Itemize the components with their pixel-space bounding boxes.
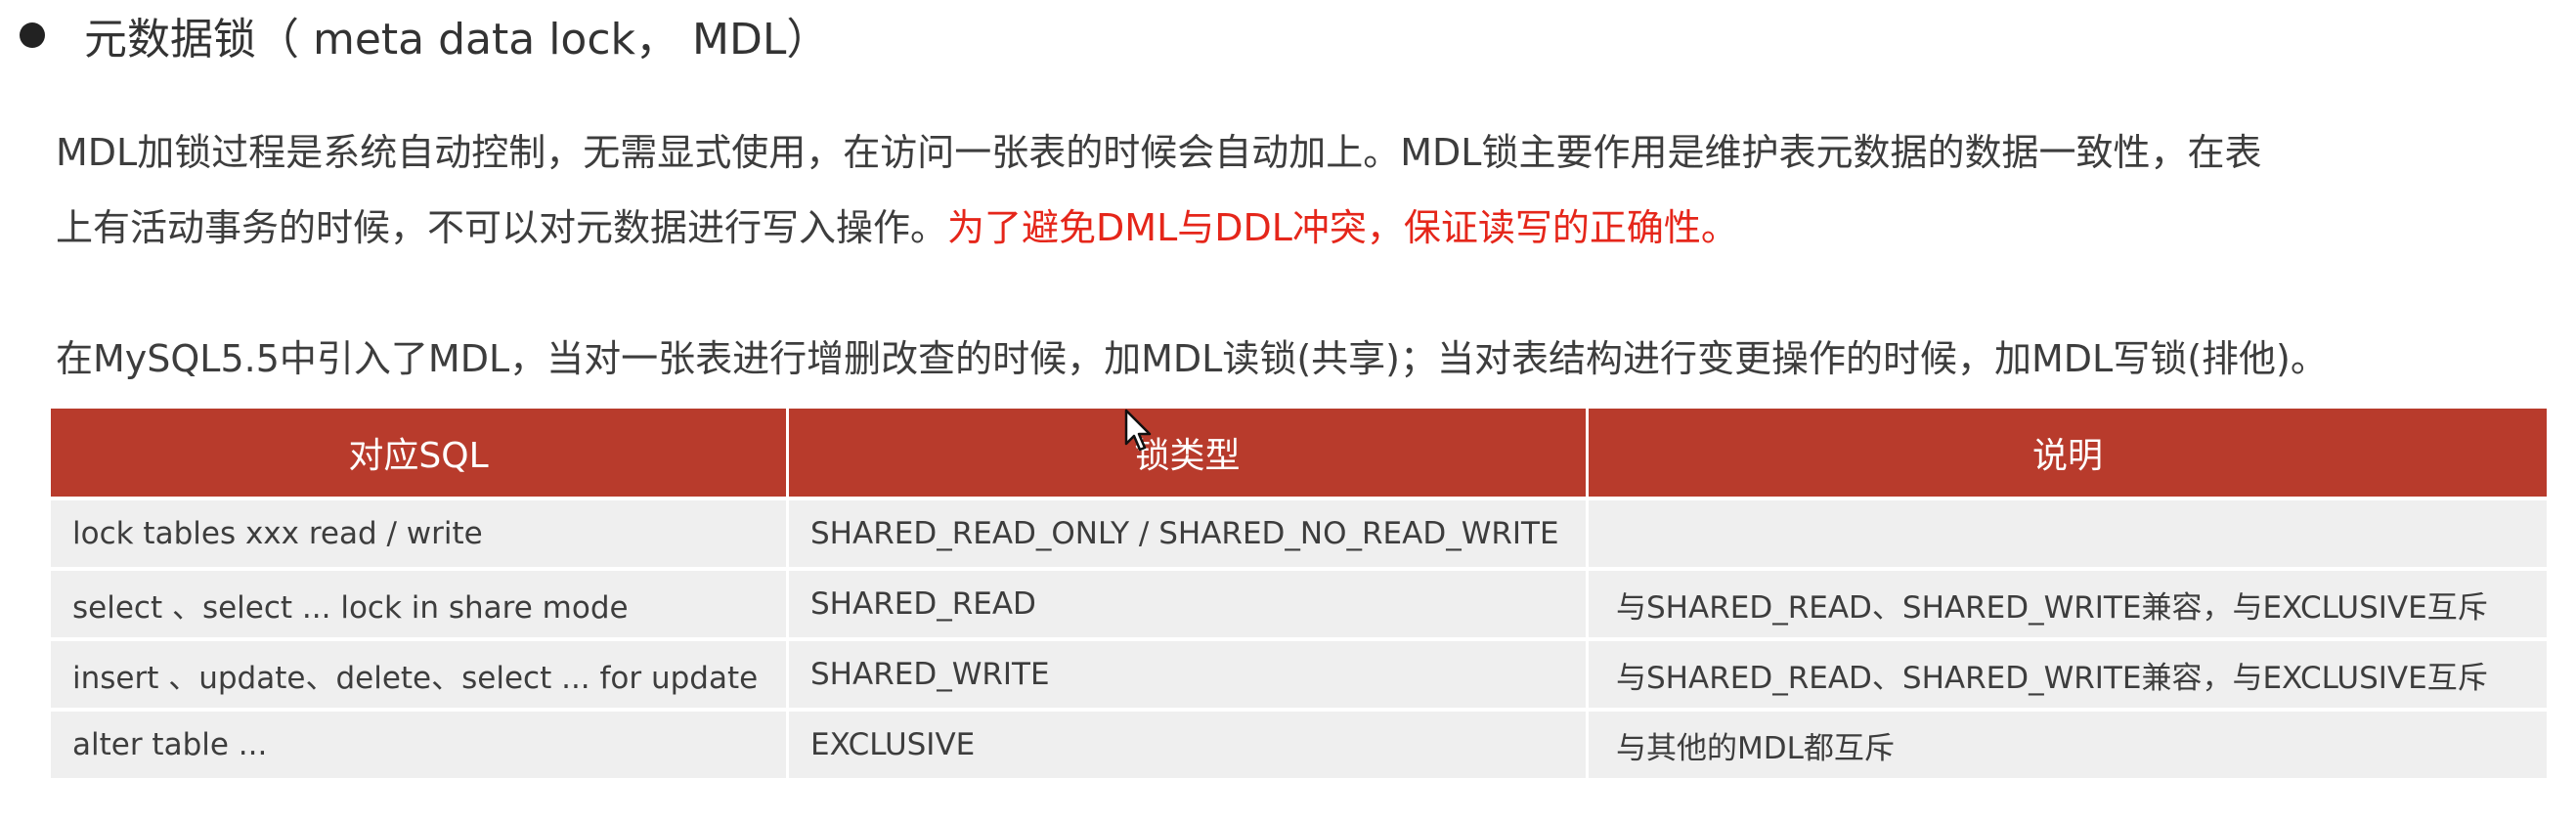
table-cell-sql: select 、select ... lock in share mode [51,571,789,637]
table-cell-description: 与SHARED_READ、SHARED_WRITE兼容，与EXCLUSIVE互斥 [1589,641,2547,708]
mdl-lock-table: 对应SQL 锁类型 说明 lock tables xxx read / writ… [51,409,2547,778]
bullet-icon [20,22,45,48]
paragraph-line-2: 上有活动事务的时候，不可以对元数据进行写入操作。为了避免DML与DDL冲突，保证… [56,191,2261,266]
table-cell-sql: alter table ... [51,712,789,778]
table-cell-lock-type: SHARED_READ_ONLY / SHARED_NO_READ_WRITE [789,500,1589,567]
table-cell-sql: lock tables xxx read / write [51,500,789,567]
mdl-description-paragraph: MDL加锁过程是系统自动控制，无需显式使用，在访问一张表的时候会自动加上。MDL… [56,115,2261,266]
section-heading-text: 元数据锁（ meta data lock， MDL） [84,15,830,65]
mdl-intro-paragraph: 在MySQL5.5中引入了MDL，当对一张表进行增删改查的时候，加MDL读锁(共… [56,337,2328,380]
column-header-sql: 对应SQL [51,409,789,497]
table-cell-lock-type: SHARED_READ [789,571,1589,637]
paragraph-line-1: MDL加锁过程是系统自动控制，无需显式使用，在访问一张表的时候会自动加上。MDL… [56,131,2262,174]
section-heading: 元数据锁（ meta data lock， MDL） [20,0,829,70]
highlight-text: 为了避免DML与DDL冲突，保证读写的正确性。 [947,206,1738,249]
column-header-lock-type: 锁类型 [789,409,1589,497]
mouse-pointer-icon [1124,409,1152,452]
table-cell-lock-type: SHARED_WRITE [789,641,1589,708]
table-cell-description [1589,500,2547,567]
table-cell-description: 与SHARED_READ、SHARED_WRITE兼容，与EXCLUSIVE互斥 [1589,571,2547,637]
paragraph-line-2-text: 上有活动事务的时候，不可以对元数据进行写入操作。 [56,206,948,249]
table-cell-description: 与其他的MDL都互斥 [1589,712,2547,778]
table-cell-sql: insert 、update、delete、select ... for upd… [51,641,789,708]
column-header-description: 说明 [1589,409,2547,497]
table-cell-lock-type: EXCLUSIVE [789,712,1589,778]
